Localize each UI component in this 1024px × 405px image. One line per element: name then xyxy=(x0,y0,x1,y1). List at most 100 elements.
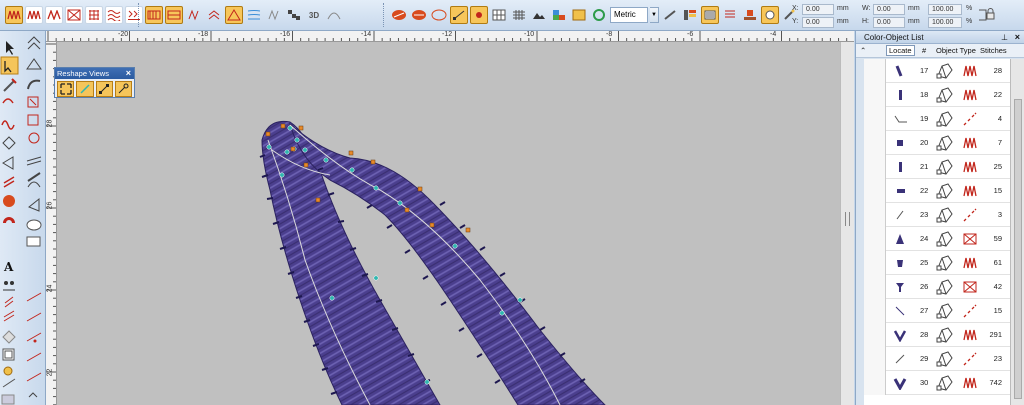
panel-header: Color-Object List ⊥ × xyxy=(856,31,1024,44)
measure-icon[interactable] xyxy=(661,6,679,24)
show-all-nodes-button[interactable] xyxy=(57,81,75,97)
list-item[interactable]: 24 59 xyxy=(864,227,1010,251)
x-unit: mm xyxy=(837,5,849,12)
object-number: 26 xyxy=(920,282,929,291)
object-number: 23 xyxy=(920,210,929,219)
embroidery-design[interactable] xyxy=(57,42,840,405)
smart-corners-icon[interactable] xyxy=(265,6,283,24)
list-item[interactable]: 25 61 xyxy=(864,251,1010,275)
column-num[interactable]: # xyxy=(922,46,926,55)
units-select[interactable]: Metric xyxy=(610,7,648,23)
list-item[interactable]: 21 25 xyxy=(864,155,1010,179)
program-split-button[interactable] xyxy=(45,6,63,24)
refresh-icon[interactable] xyxy=(590,6,608,24)
design-canvas[interactable] xyxy=(57,42,840,405)
list-scrollbar[interactable] xyxy=(1010,59,1024,405)
pattern-icon[interactable] xyxy=(285,6,303,24)
close-icon[interactable]: × xyxy=(1015,31,1020,44)
show-hoop-icon[interactable] xyxy=(510,6,528,24)
object-type-icon xyxy=(936,278,954,296)
height-field[interactable]: 0.00 xyxy=(873,17,905,28)
object-number: 25 xyxy=(920,258,929,267)
list-item[interactable]: 27 15 xyxy=(864,299,1010,323)
show-background-icon[interactable] xyxy=(530,6,548,24)
show-connectors-button[interactable] xyxy=(450,6,468,24)
list-item[interactable]: 17 28 xyxy=(864,59,1010,83)
object-list: 17 28 18 22 19 4 20 7 21 25 22 15 23 3 24 59 25 61 26 42 27 1… xyxy=(864,59,1010,405)
scale-y-field[interactable]: 100.00 xyxy=(928,17,962,28)
canvas-vertical-scrollbar[interactable] xyxy=(840,42,854,405)
ruler-label: 26 xyxy=(46,201,54,210)
auto-underlay-button[interactable] xyxy=(225,6,243,24)
list-item[interactable]: 30 742 xyxy=(864,371,1010,395)
locate-button[interactable]: Locate xyxy=(886,45,915,56)
show-objects-icon[interactable] xyxy=(410,6,428,24)
pull-compensation-icon[interactable] xyxy=(205,6,223,24)
column-stitches[interactable]: Stitches xyxy=(980,46,1007,55)
list-item[interactable]: 23 3 xyxy=(864,203,1010,227)
object-number: 17 xyxy=(920,66,929,75)
object-list-button[interactable] xyxy=(701,6,719,24)
view-3d-button[interactable]: 3D xyxy=(305,6,323,24)
reshape-views-title[interactable]: Reshape Views × xyxy=(55,68,134,79)
ruler-label: -12 xyxy=(442,31,453,38)
ruler-label: -10 xyxy=(524,31,535,38)
show-stitches-icon[interactable] xyxy=(390,6,408,24)
list-item[interactable]: 28 291 xyxy=(864,323,1010,347)
satin-stitch-button[interactable] xyxy=(5,6,23,24)
list-item[interactable]: 20 7 xyxy=(864,131,1010,155)
design-properties-button[interactable] xyxy=(761,6,779,24)
show-outlines-icon[interactable] xyxy=(430,6,448,24)
run-stitch-icon xyxy=(963,112,977,126)
view-group: Metric ▼ xyxy=(387,4,802,26)
list-scroll-thumb[interactable] xyxy=(1014,99,1022,399)
width-field[interactable]: 0.00 xyxy=(873,4,905,15)
wave-fill-button[interactable] xyxy=(105,6,123,24)
stitch-type-group xyxy=(2,4,146,26)
show-stitch-angles-button[interactable] xyxy=(76,81,94,97)
jagged-edge-icon[interactable] xyxy=(245,6,263,24)
stitch-count: 23 xyxy=(993,354,1002,363)
split-effect-button[interactable] xyxy=(165,6,183,24)
list-item[interactable]: 18 22 xyxy=(864,83,1010,107)
show-images-icon[interactable] xyxy=(550,6,568,24)
stitch-count: 22 xyxy=(993,90,1002,99)
motif-fill-button[interactable] xyxy=(125,6,143,24)
close-icon[interactable]: × xyxy=(126,68,131,79)
units-dropdown-arrow[interactable]: ▼ xyxy=(650,7,659,23)
show-entry-exit-button[interactable] xyxy=(95,81,113,97)
cross-stitch-button[interactable] xyxy=(85,6,103,24)
list-item[interactable]: 19 4 xyxy=(864,107,1010,131)
show-start-end-button[interactable] xyxy=(114,81,132,97)
object-thumbnail-icon xyxy=(890,88,910,102)
color-palette-icon[interactable] xyxy=(681,6,699,24)
curve-effect-icon[interactable] xyxy=(325,6,343,24)
object-type-icon xyxy=(936,86,954,104)
show-functions-icon[interactable] xyxy=(570,6,588,24)
list-item[interactable]: 29 23 xyxy=(864,347,1010,371)
stitch-list-icon[interactable] xyxy=(721,6,739,24)
fancy-fill-button[interactable] xyxy=(65,6,83,24)
list-item[interactable]: 26 42 xyxy=(864,275,1010,299)
satin-stitch-icon xyxy=(963,376,977,390)
stitch-count: 15 xyxy=(993,186,1002,195)
object-type-icon xyxy=(936,158,954,176)
list-item[interactable]: 22 15 xyxy=(864,179,1010,203)
tatami-stitch-button[interactable] xyxy=(25,6,43,24)
trapunto-icon[interactable] xyxy=(185,6,203,24)
y-field[interactable]: 0.00 xyxy=(802,17,834,28)
show-grid-icon[interactable] xyxy=(490,6,508,24)
stamp-icon[interactable] xyxy=(741,6,759,24)
row-gutter xyxy=(864,299,886,323)
collapse-icon[interactable]: ⌃ xyxy=(860,46,866,55)
ruler-label: -4 xyxy=(770,31,777,38)
show-needle-points-button[interactable] xyxy=(470,6,488,24)
left-toolbox: A xyxy=(0,31,46,405)
pin-icon[interactable]: ⊥ xyxy=(1001,31,1008,44)
column-object-type[interactable]: Object Type xyxy=(936,46,976,55)
scale-x-field[interactable]: 100.00 xyxy=(928,4,962,15)
lock-proportions-icon[interactable] xyxy=(978,6,996,24)
scroll-grip[interactable] xyxy=(845,212,850,226)
x-field[interactable]: 0.00 xyxy=(802,4,834,15)
stitch-effect-button[interactable] xyxy=(145,6,163,24)
